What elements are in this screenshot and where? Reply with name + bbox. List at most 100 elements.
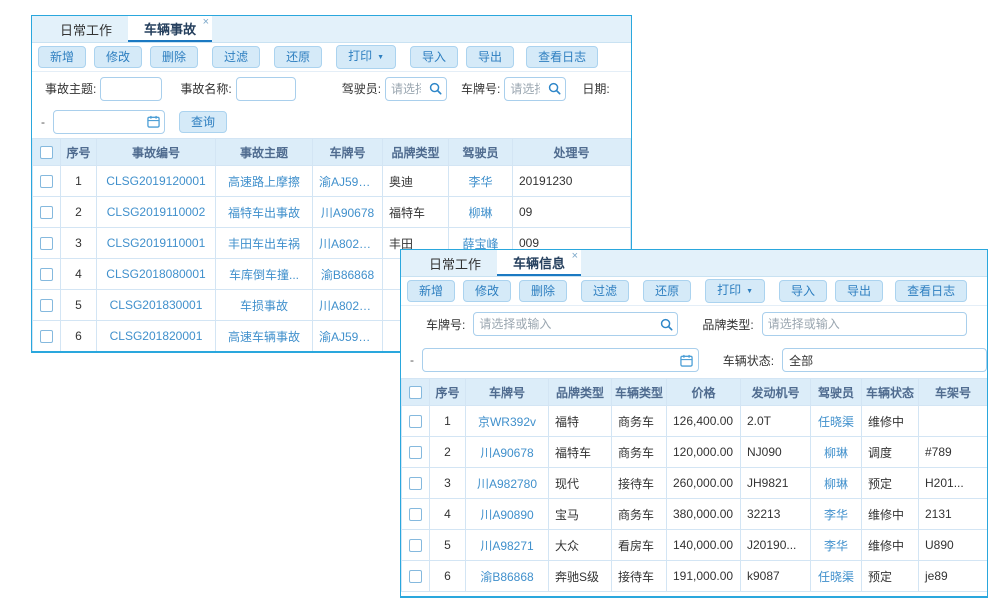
delete-button[interactable]: 删除	[150, 46, 198, 68]
row-checkbox[interactable]	[40, 330, 53, 343]
view-log-button[interactable]: 查看日志	[895, 280, 967, 302]
search-icon[interactable]	[657, 315, 675, 333]
date-field[interactable]	[54, 111, 144, 133]
plate-select-input[interactable]	[473, 312, 678, 336]
plate-field[interactable]	[505, 78, 545, 100]
table-cell-link[interactable]: 川A90890	[466, 499, 549, 530]
tab-daily-work[interactable]: 日常工作	[413, 250, 497, 276]
view-log-button[interactable]: 查看日志	[526, 46, 598, 68]
table-cell-link[interactable]: CLSG201820001	[97, 321, 216, 352]
accident-name-input[interactable]	[236, 77, 296, 101]
table-cell-link[interactable]: 车损事故	[216, 290, 313, 321]
table-cell-link[interactable]: 川A90678	[466, 437, 549, 468]
filter-button[interactable]: 过滤	[581, 280, 629, 302]
table-cell-link[interactable]: 任晓渠	[811, 561, 862, 592]
table-cell: 福特	[549, 406, 612, 437]
tab-daily-work[interactable]: 日常工作	[44, 16, 128, 42]
table-cell-link[interactable]: 渝AJ59484	[313, 321, 383, 352]
table-cell-link[interactable]: 川A90678	[313, 197, 383, 228]
table-cell-link[interactable]: 渝B86868	[313, 259, 383, 290]
table-cell-link[interactable]: CLSG201830001	[97, 290, 216, 321]
print-button[interactable]: 打印	[336, 45, 396, 69]
calendar-icon[interactable]	[144, 113, 162, 131]
restore-button[interactable]: 还原	[643, 280, 691, 302]
table-cell-link[interactable]: 福特车出事故	[216, 197, 313, 228]
table-cell-link[interactable]: 京WR392v	[466, 406, 549, 437]
accident-subject-field[interactable]	[101, 78, 161, 100]
table-cell-link[interactable]: CLSG2018080001	[97, 259, 216, 290]
modify-button[interactable]: 修改	[94, 46, 142, 68]
row-checkbox[interactable]	[40, 206, 53, 219]
row-checkbox[interactable]	[409, 415, 422, 428]
import-button[interactable]: 导入	[779, 280, 827, 302]
table-cell-link[interactable]: 高速车辆事故	[216, 321, 313, 352]
close-icon[interactable]	[572, 251, 578, 261]
date-range-dash: -	[41, 115, 45, 129]
driver-select-input[interactable]	[385, 77, 447, 101]
tab-vehicle-info[interactable]: 车辆信息	[497, 250, 581, 276]
row-checkbox[interactable]	[409, 508, 422, 521]
table-cell-link[interactable]: 车库倒车撞...	[216, 259, 313, 290]
plate-field[interactable]	[474, 313, 657, 335]
accident-name-field[interactable]	[237, 78, 295, 100]
table-cell-link[interactable]: 李华	[449, 166, 513, 197]
table-cell-link[interactable]: 渝B86868	[466, 561, 549, 592]
table-cell: 接待车	[612, 468, 667, 499]
table-cell-link[interactable]: CLSG2019110002	[97, 197, 216, 228]
column-header: 事故主题	[216, 139, 313, 166]
row-checkbox[interactable]	[409, 539, 422, 552]
table-cell-link[interactable]: 川A98271	[466, 530, 549, 561]
filter-button[interactable]: 过滤	[212, 46, 260, 68]
table-cell: 商务车	[612, 499, 667, 530]
search-icon[interactable]	[426, 80, 444, 98]
table-cell-link[interactable]: 川A982780	[466, 468, 549, 499]
brand-type-field[interactable]	[763, 313, 966, 335]
vehicle-status-select[interactable]: 全部	[782, 348, 987, 372]
add-button[interactable]: 新增	[407, 280, 455, 302]
driver-field[interactable]	[386, 78, 426, 100]
table-cell-link[interactable]: CLSG2019120001	[97, 166, 216, 197]
table-cell-link[interactable]: 李华	[811, 530, 862, 561]
restore-button[interactable]: 还原	[274, 46, 322, 68]
table-cell: 预定	[862, 561, 919, 592]
table-cell: 2.0T	[741, 406, 811, 437]
select-all-checkbox[interactable]	[40, 146, 53, 159]
table-cell-link[interactable]: 川A802938	[313, 290, 383, 321]
table-cell-link[interactable]: 柳琳	[811, 437, 862, 468]
brand-type-input[interactable]	[762, 312, 967, 336]
table-cell-link[interactable]: 丰田车出车祸	[216, 228, 313, 259]
row-checkbox[interactable]	[40, 237, 53, 250]
row-checkbox[interactable]	[409, 570, 422, 583]
row-checkbox[interactable]	[40, 268, 53, 281]
tab-vehicle-accident[interactable]: 车辆事故	[128, 16, 212, 42]
table-cell-link[interactable]: 渝AJ59484	[313, 166, 383, 197]
delete-button[interactable]: 删除	[519, 280, 567, 302]
date-input[interactable]	[53, 110, 165, 134]
table-cell-link[interactable]: 任晓渠	[811, 406, 862, 437]
row-checkbox[interactable]	[409, 477, 422, 490]
row-checkbox[interactable]	[40, 175, 53, 188]
table-cell-link[interactable]: 柳琳	[811, 468, 862, 499]
print-button[interactable]: 打印	[705, 279, 765, 303]
close-icon[interactable]	[203, 17, 209, 27]
calendar-icon[interactable]	[678, 351, 696, 369]
table-cell-link[interactable]: 柳琳	[449, 197, 513, 228]
date-field[interactable]	[423, 349, 678, 371]
table-cell-link[interactable]: 川A802938	[313, 228, 383, 259]
table-cell-link[interactable]: 李华	[811, 499, 862, 530]
export-button[interactable]: 导出	[835, 280, 883, 302]
query-button[interactable]: 查询	[179, 111, 227, 133]
accident-subject-input[interactable]	[100, 77, 162, 101]
select-all-checkbox[interactable]	[409, 386, 422, 399]
search-icon[interactable]	[545, 80, 563, 98]
row-checkbox[interactable]	[40, 299, 53, 312]
plate-select-input[interactable]	[504, 77, 566, 101]
add-button[interactable]: 新增	[38, 46, 86, 68]
row-checkbox[interactable]	[409, 446, 422, 459]
table-cell-link[interactable]: 高速路上摩擦	[216, 166, 313, 197]
export-button[interactable]: 导出	[466, 46, 514, 68]
import-button[interactable]: 导入	[410, 46, 458, 68]
date-input[interactable]	[422, 348, 699, 372]
modify-button[interactable]: 修改	[463, 280, 511, 302]
table-cell-link[interactable]: CLSG2019110001	[97, 228, 216, 259]
